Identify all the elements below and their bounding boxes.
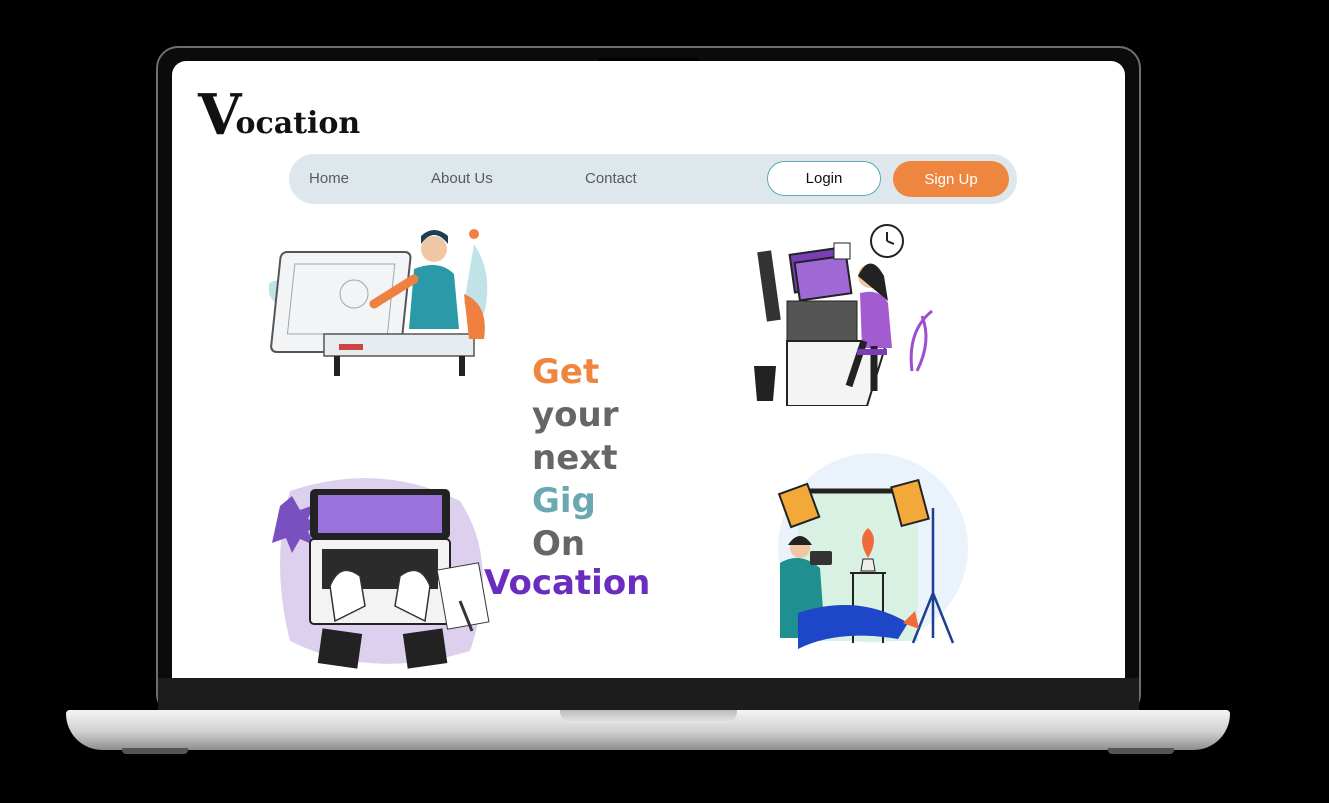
text-tool-icon bbox=[833, 242, 851, 260]
nav-about-link[interactable]: About Us bbox=[431, 170, 493, 187]
hero-line-your: your bbox=[532, 395, 619, 435]
desk-leg bbox=[459, 356, 465, 376]
desk-leg bbox=[334, 356, 340, 376]
logo[interactable]: V ocation bbox=[198, 83, 360, 143]
image-card bbox=[793, 254, 853, 302]
stool bbox=[857, 349, 887, 355]
left-sleeve bbox=[317, 628, 363, 669]
laptop-foot bbox=[122, 748, 188, 754]
person-shirt bbox=[409, 265, 459, 329]
hero-brand: Vocation bbox=[484, 563, 651, 603]
trash-bin-icon bbox=[754, 366, 776, 401]
graphic-designer-illustration bbox=[754, 224, 933, 406]
hero-line-on: On bbox=[532, 524, 586, 564]
designer-illustration bbox=[269, 229, 488, 376]
screen-bezel bbox=[158, 678, 1139, 711]
hero-headline: Get your next Gig On Vocation bbox=[484, 351, 650, 600]
tool-panel bbox=[757, 250, 781, 322]
typing-laptop-illustration bbox=[272, 478, 490, 669]
palette bbox=[339, 344, 363, 350]
plant-icon bbox=[909, 309, 933, 372]
photographer-illustration bbox=[777, 453, 968, 649]
hero-line-get: Get bbox=[532, 352, 600, 392]
login-button[interactable]: Login bbox=[767, 161, 881, 196]
signup-button[interactable]: Sign Up bbox=[893, 161, 1009, 197]
logo-initial: V bbox=[198, 82, 241, 148]
nav-contact-link[interactable]: Contact bbox=[585, 170, 637, 187]
camera-icon bbox=[810, 551, 832, 565]
logo-text: ocation bbox=[235, 106, 361, 141]
person-head bbox=[421, 236, 447, 262]
laptop-opening-notch bbox=[560, 710, 737, 723]
laptop-display bbox=[318, 495, 442, 533]
navbar: Home About Us Contact Login Sign Up bbox=[289, 154, 1017, 204]
right-sleeve bbox=[402, 628, 448, 669]
decor-dot bbox=[469, 229, 479, 239]
flower-pot bbox=[860, 558, 876, 572]
hero-line-gig: Gig bbox=[532, 481, 596, 521]
website-screen: V ocation Home About Us Contact Login Si… bbox=[172, 61, 1125, 678]
nav-home-link[interactable]: Home bbox=[309, 170, 349, 187]
hero-line-next: next bbox=[532, 438, 618, 478]
laptop-foot bbox=[1108, 748, 1174, 754]
monitor bbox=[786, 300, 858, 342]
